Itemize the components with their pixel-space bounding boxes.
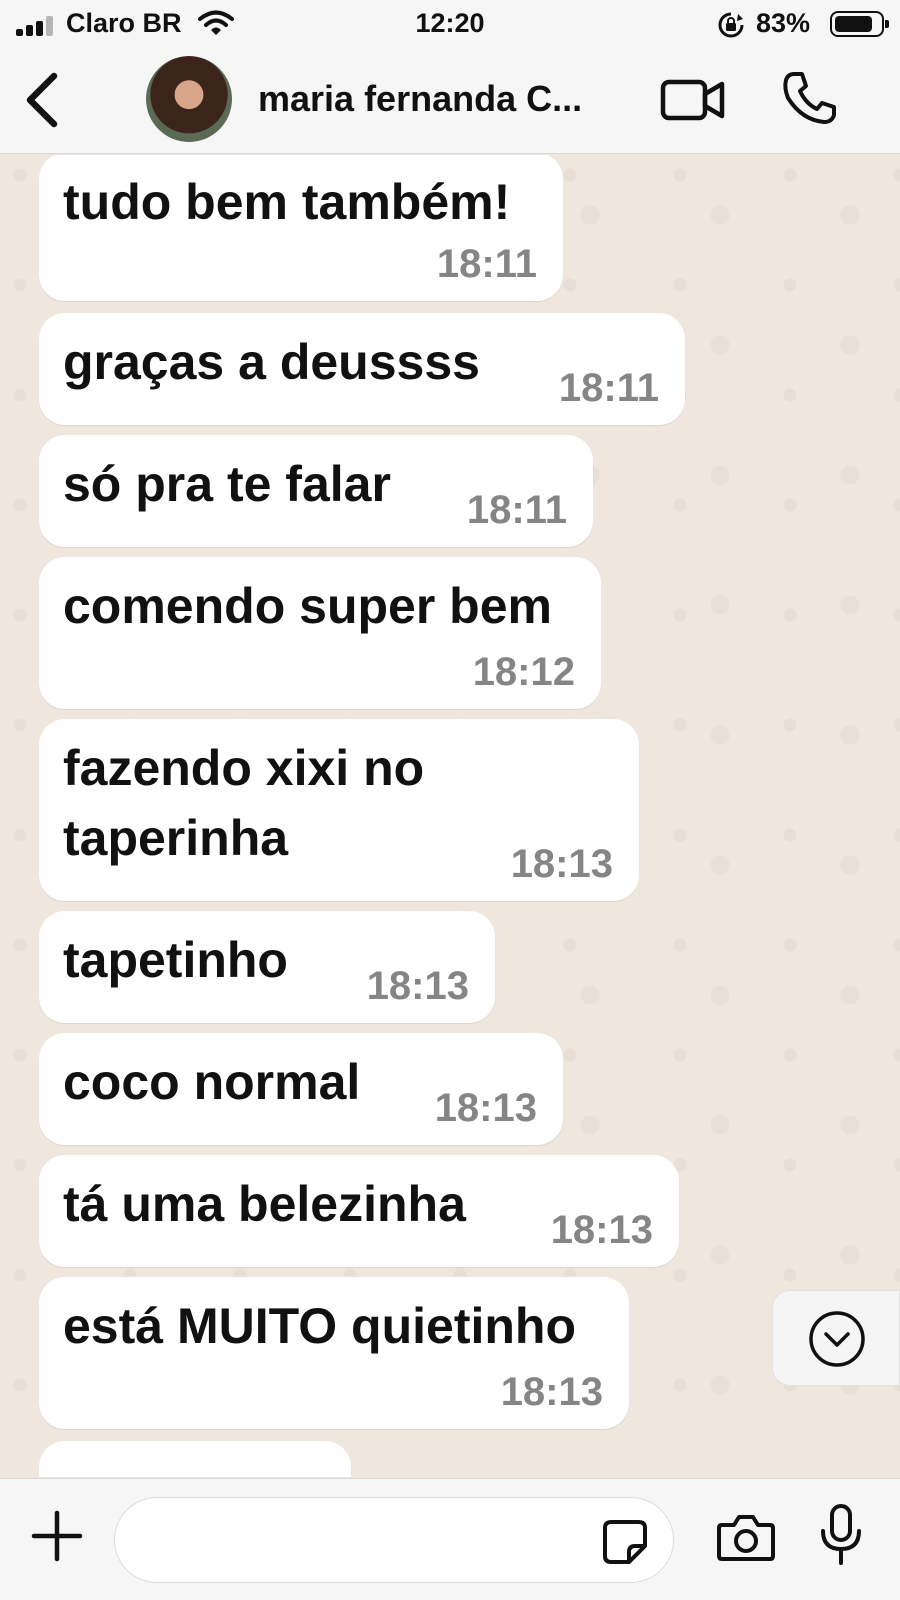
message-bubble[interactable]: coco normal 18:13 (39, 1033, 563, 1145)
message-text: comendo super bem (63, 578, 552, 634)
message-time: 18:12 (472, 650, 575, 694)
sticker-icon[interactable] (601, 1518, 649, 1566)
rotation-lock-icon (718, 12, 744, 38)
message-text: tudo bem também! (63, 174, 511, 230)
message-bubble[interactable]: tudo bem também! 18:11 (39, 155, 563, 301)
video-call-icon[interactable] (660, 74, 726, 126)
phone-icon[interactable] (780, 68, 840, 128)
message-time: 18:13 (510, 842, 613, 886)
microphone-icon[interactable] (818, 1503, 864, 1567)
message-time: 18:13 (434, 1086, 537, 1130)
avatar[interactable] (146, 56, 232, 142)
chevron-down-circle-icon (809, 1311, 865, 1367)
input-bar (0, 1478, 900, 1600)
battery-percent: 83% (756, 8, 811, 38)
message-text: fazendo xixi no taperinha (63, 740, 425, 866)
message-bubble[interactable]: graças a deussss 18:11 (39, 313, 685, 425)
plus-icon[interactable] (30, 1509, 84, 1563)
message-bubble[interactable]: tá uma belezinha 18:13 (39, 1155, 679, 1267)
message-bubble[interactable]: tapetinho 18:13 (39, 911, 495, 1023)
camera-icon[interactable] (716, 1511, 776, 1563)
message-time: 18:11 (466, 488, 567, 532)
battery-icon (830, 11, 889, 37)
message-time: 18:11 (436, 242, 537, 286)
message-time: 18:13 (550, 1208, 653, 1252)
message-input[interactable] (141, 1518, 581, 1564)
scroll-to-bottom-button[interactable] (772, 1290, 900, 1386)
chat-area[interactable]: tudo bem também! 18:11 graças a deussss … (0, 155, 900, 1477)
message-bubble[interactable] (39, 1441, 351, 1477)
contact-name[interactable]: maria fernanda C... (258, 78, 628, 120)
message-bubble[interactable]: está MUITO quietinho 18:13 (39, 1277, 629, 1429)
status-bar: Claro BR 12:20 83% (0, 0, 900, 50)
back-chevron-icon[interactable] (20, 68, 64, 132)
chat-header: maria fernanda C... (0, 50, 900, 154)
message-bubble[interactable]: comendo super bem 18:12 (39, 557, 601, 709)
battery-level-fill (835, 16, 872, 32)
message-bubble[interactable]: fazendo xixi no taperinha 18:13 (39, 719, 639, 901)
message-time: 18:13 (366, 964, 469, 1008)
message-input-container[interactable] (114, 1497, 674, 1583)
message-text: está MUITO quietinho (63, 1298, 576, 1354)
message-time: 18:11 (558, 366, 659, 410)
message-time: 18:13 (500, 1370, 603, 1414)
message-bubble[interactable]: só pra te falar 18:11 (39, 435, 593, 547)
